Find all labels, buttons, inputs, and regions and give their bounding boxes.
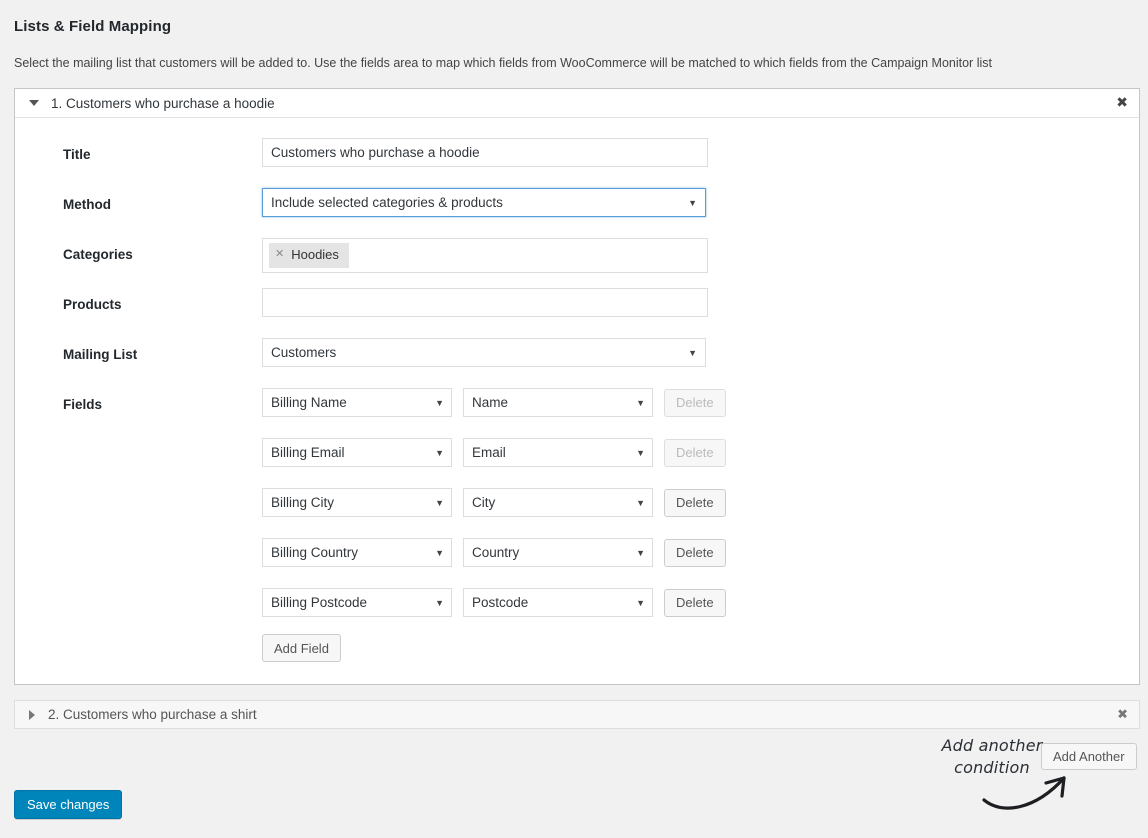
save-changes-button[interactable]: Save changes <box>14 790 123 819</box>
chevron-down-icon: ▼ <box>435 447 444 458</box>
label-mailing-list: Mailing List <box>63 347 138 362</box>
field-mapping-row: Billing Name ▼ Name ▼ Delete <box>262 388 726 417</box>
label-categories: Categories <box>63 247 133 262</box>
chevron-down-icon: ▼ <box>688 197 697 208</box>
label-fields: Fields <box>63 397 103 412</box>
condition-panel-1-body: Title Method Include selected categories… <box>15 118 1139 684</box>
field-mapping-list: Billing Name ▼ Name ▼ Delete Billing Ema… <box>262 388 726 662</box>
products-input[interactable] <box>262 288 708 317</box>
label-title: Title <box>63 147 91 162</box>
category-tag-label: Hoodies <box>291 247 339 262</box>
chevron-down-icon: ▼ <box>636 397 645 408</box>
add-field-button[interactable]: Add Field <box>262 634 341 662</box>
delete-field-button[interactable]: Delete <box>664 488 726 517</box>
source-field-value: Billing City <box>271 495 335 510</box>
delete-field-button: Delete <box>664 438 726 467</box>
caret-down-icon[interactable] <box>29 100 39 106</box>
title-input[interactable] <box>262 138 708 167</box>
close-icon[interactable]: ✖ <box>1116 96 1128 110</box>
chevron-down-icon: ▼ <box>435 397 444 408</box>
curved-arrow-icon <box>982 776 1066 810</box>
target-field-select[interactable]: Country ▼ <box>463 538 653 567</box>
target-field-value: Email <box>472 445 506 460</box>
target-field-value: Name <box>472 395 509 410</box>
source-field-select[interactable]: Billing Name ▼ <box>262 388 452 417</box>
annotation-line-1: Add another <box>941 736 1043 755</box>
label-method: Method <box>63 197 111 212</box>
caret-right-icon[interactable] <box>29 709 35 720</box>
delete-field-button[interactable]: Delete <box>664 538 726 567</box>
admin-page: Lists & Field Mapping Select the mailing… <box>0 0 1148 838</box>
chevron-down-icon: ▼ <box>636 597 645 608</box>
method-select-value: Include selected categories & products <box>271 195 503 210</box>
condition-panel-2[interactable]: 2. Customers who purchase a shirt ✖ <box>14 700 1140 729</box>
field-row-title: Title <box>15 138 1139 188</box>
method-select[interactable]: Include selected categories & products ▼ <box>262 188 706 217</box>
chevron-down-icon: ▼ <box>636 497 645 508</box>
chevron-down-icon: ▼ <box>636 547 645 558</box>
chevron-down-icon: ▼ <box>435 547 444 558</box>
close-icon[interactable]: ✖ <box>1117 708 1128 721</box>
field-row-mailing-list: Mailing List Customers ▼ <box>15 338 1139 388</box>
source-field-select[interactable]: Billing City ▼ <box>262 488 452 517</box>
mailing-list-select-value: Customers <box>271 345 337 360</box>
target-field-select[interactable]: Postcode ▼ <box>463 588 653 617</box>
target-field-select[interactable]: City ▼ <box>463 488 653 517</box>
chevron-down-icon: ▼ <box>435 597 444 608</box>
source-field-value: Billing Name <box>271 395 347 410</box>
field-mapping-row: Billing Postcode ▼ Postcode ▼ Delete <box>262 588 726 617</box>
target-field-select[interactable]: Name ▼ <box>463 388 653 417</box>
category-tag[interactable]: ✕ Hoodies <box>269 243 349 268</box>
field-mapping-row: Billing Country ▼ Country ▼ Delete <box>262 538 726 567</box>
condition-panel-1-title: 1. Customers who purchase a hoodie <box>51 95 275 111</box>
label-products: Products <box>63 297 122 312</box>
source-field-select[interactable]: Billing Country ▼ <box>262 538 452 567</box>
field-row-categories: Categories ✕ Hoodies <box>15 238 1139 288</box>
field-mapping-row: Billing Email ▼ Email ▼ Delete <box>262 438 726 467</box>
field-mapping-row: Billing City ▼ City ▼ Delete <box>262 488 726 517</box>
source-field-value: Billing Email <box>271 445 345 460</box>
field-row-method: Method Include selected categories & pro… <box>15 188 1139 238</box>
target-field-select[interactable]: Email ▼ <box>463 438 653 467</box>
delete-field-button[interactable]: Delete <box>664 588 726 617</box>
condition-panel-1: 1. Customers who purchase a hoodie ✖ Tit… <box>14 88 1140 685</box>
condition-panel-2-title: 2. Customers who purchase a shirt <box>48 707 257 722</box>
chevron-down-icon: ▼ <box>688 347 697 358</box>
condition-panel-1-header[interactable]: 1. Customers who purchase a hoodie ✖ <box>15 89 1139 118</box>
target-field-value: City <box>472 495 496 510</box>
mailing-list-select[interactable]: Customers ▼ <box>262 338 706 367</box>
field-row-products: Products <box>15 288 1139 338</box>
categories-input[interactable]: ✕ Hoodies <box>262 238 708 273</box>
chevron-down-icon: ▼ <box>435 497 444 508</box>
target-field-value: Country <box>472 545 520 560</box>
chevron-down-icon: ▼ <box>636 447 645 458</box>
source-field-select[interactable]: Billing Email ▼ <box>262 438 452 467</box>
add-another-button[interactable]: Add Another <box>1041 743 1137 770</box>
delete-field-button: Delete <box>664 388 726 417</box>
source-field-value: Billing Country <box>271 545 359 560</box>
remove-tag-icon[interactable]: ✕ <box>275 247 284 262</box>
page-description: Select the mailing list that customers w… <box>14 56 992 70</box>
source-field-value: Billing Postcode <box>271 595 368 610</box>
target-field-value: Postcode <box>472 595 529 610</box>
page-title: Lists & Field Mapping <box>14 18 172 35</box>
source-field-select[interactable]: Billing Postcode ▼ <box>262 588 452 617</box>
